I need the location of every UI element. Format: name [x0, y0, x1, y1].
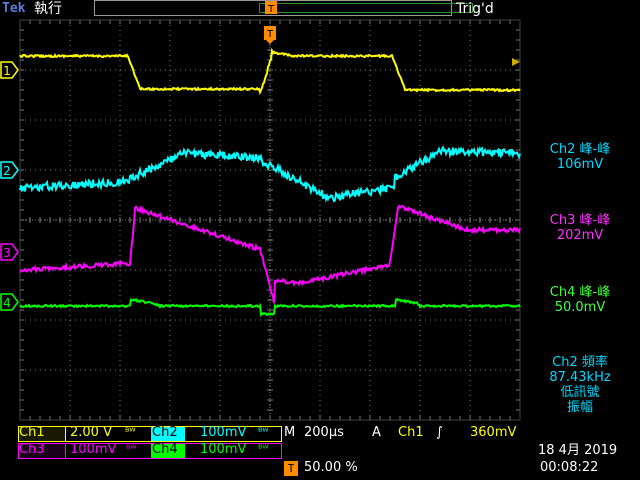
- ch4-waveform: [19, 297, 521, 318]
- record-position-bar[interactable]: T: [94, 0, 473, 16]
- ch3-pkpk-value: 202mV: [556, 228, 604, 243]
- ch4-bandwidth-icon: ᴮᵂ: [258, 444, 269, 455]
- trigger-type-prefix: A: [372, 425, 381, 440]
- ch2-pkpk-value: 106mV: [556, 157, 604, 172]
- ch1-scale: 2.00 V: [70, 425, 112, 440]
- ch2-freq-note-2: 振幅: [566, 400, 593, 415]
- acquisition-mode: 執行: [34, 1, 62, 17]
- ch3-bandwidth-icon: ᴮᵂ: [126, 444, 137, 455]
- ch2-bandwidth-icon: ᴮᵂ: [258, 427, 269, 438]
- trigger-marker-letter: T: [266, 29, 274, 40]
- channel-3-number: 3: [3, 246, 11, 260]
- channel-2-marker[interactable]: 2: [0, 161, 19, 179]
- time-display: 00:08:22: [540, 460, 599, 475]
- date-display: 18 4月 2019: [538, 443, 618, 458]
- channel-2-number: 2: [3, 164, 11, 178]
- trigger-position-letter: T: [267, 4, 275, 15]
- ch1-label: Ch1: [19, 425, 45, 440]
- ch4-label: Ch4: [152, 442, 178, 457]
- timebase-value[interactable]: 200µs: [304, 425, 344, 441]
- graticule: [19, 19, 521, 421]
- ch2-freq-label: Ch2 頻率: [552, 355, 608, 370]
- channel-4-number: 4: [3, 296, 11, 310]
- ch3-scale: 100mV: [70, 442, 117, 457]
- trigger-level-icon[interactable]: [512, 58, 520, 66]
- ch2-label: Ch2: [152, 425, 178, 440]
- trigger-marker-icon[interactable]: T: [264, 26, 276, 44]
- ch2-scale: 100mV: [200, 425, 247, 440]
- brand-logo: Tek: [2, 1, 26, 16]
- trigger-position-marker-icon: T: [284, 461, 298, 476]
- trigger-position-value[interactable]: 50.00 %: [304, 460, 358, 476]
- measurement-ch3-pkpk: Ch3 峰-峰 202mV: [530, 213, 630, 243]
- channel-1-marker[interactable]: 1: [0, 61, 19, 79]
- channel-markers[interactable]: 1 2 3 4: [0, 61, 19, 311]
- measurement-ch2-frequency: Ch2 頻率 87.43kHz 低訊號 振幅: [530, 355, 630, 415]
- trigger-slope-icon: ∫: [436, 425, 443, 440]
- ch2-freq-value: 87.43kHz: [549, 370, 611, 385]
- channel-3-marker[interactable]: 3: [0, 243, 19, 261]
- trigger-position-icon: T: [265, 1, 277, 15]
- ch3-label: Ch3: [19, 442, 45, 457]
- ch4-pkpk-label: Ch4 峰-峰: [549, 285, 611, 300]
- ch4-scale: 100mV: [200, 442, 247, 457]
- timebase-prefix: M: [284, 425, 296, 440]
- channel-4-marker[interactable]: 4: [0, 293, 19, 311]
- trigger-level[interactable]: 360mV: [470, 425, 516, 441]
- ch2-freq-note: 低訊號: [560, 385, 600, 400]
- trigger-source[interactable]: Ch1: [398, 425, 424, 441]
- top-status-bar: Tek 執行 T Trig'd: [0, 0, 640, 18]
- trigger-status: Trig'd: [456, 1, 494, 17]
- channel-1-number: 1: [3, 64, 11, 78]
- ch1-bandwidth-icon: ᴮᵂ: [125, 427, 136, 438]
- ch3-pkpk-label: Ch3 峰-峰: [549, 213, 611, 228]
- ch4-pkpk-value: 50.0mV: [554, 300, 606, 315]
- record-view-window: [259, 3, 473, 13]
- measurement-ch2-pkpk: Ch2 峰-峰 106mV: [530, 142, 630, 172]
- ch2-pkpk-label: Ch2 峰-峰: [549, 142, 611, 157]
- measurement-ch4-pkpk: Ch4 峰-峰 50.0mV: [530, 285, 630, 315]
